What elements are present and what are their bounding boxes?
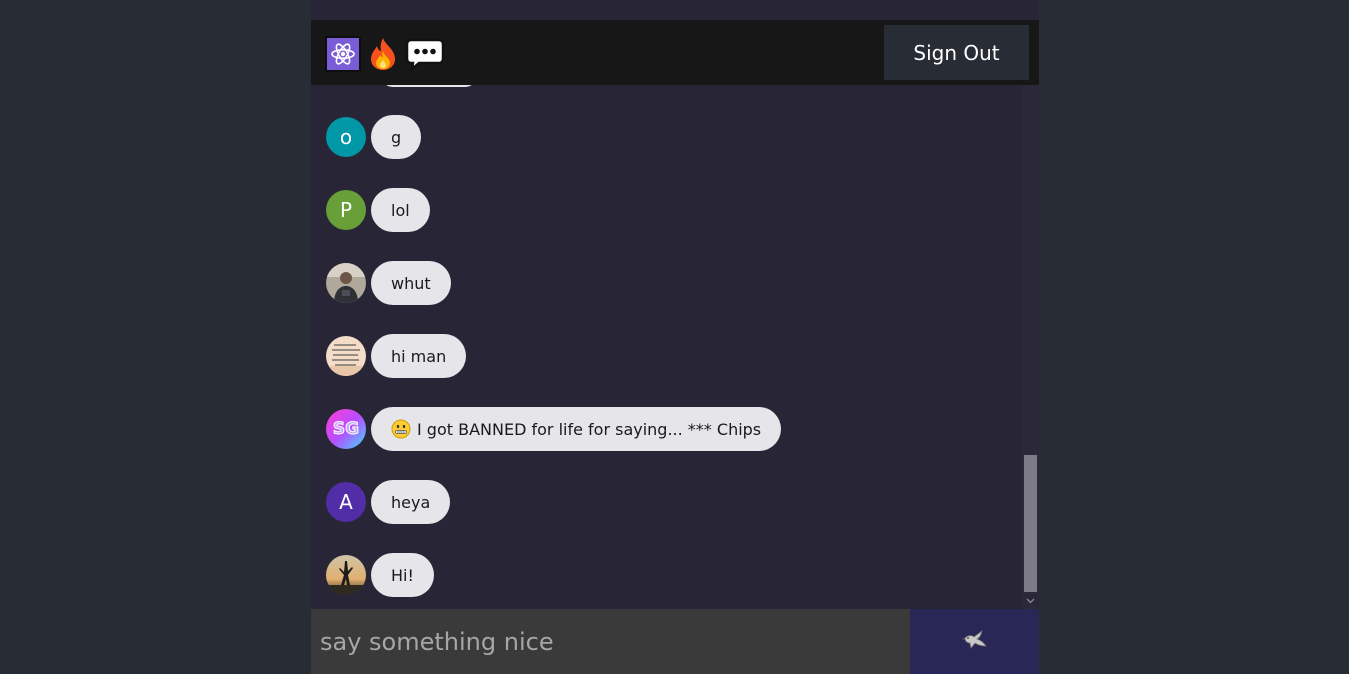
header-logos <box>325 36 445 72</box>
message-bubble: hi man <box>371 334 467 378</box>
zipper-mouth-face-icon <box>391 419 411 439</box>
app-header: Sign Out <box>311 20 1039 85</box>
message-form <box>311 609 1039 674</box>
scrollbar-thumb[interactable] <box>1024 455 1037 592</box>
scroll-down-arrow-icon[interactable] <box>1022 592 1039 609</box>
avatar-letter: SG <box>332 419 360 440</box>
message-list-scrollbar[interactable] <box>1022 85 1039 609</box>
avatar-letter: A <box>339 490 353 514</box>
avatar-letter: o <box>339 125 353 149</box>
message-bubble-partial <box>381 85 477 87</box>
sg-logo-avatar: SG <box>326 409 366 449</box>
avatar: o <box>326 117 366 157</box>
message-list[interactable]: o g P lol whut hi man SG I got BANNED fo… <box>311 85 1039 609</box>
message-item: P lol <box>326 188 430 232</box>
atom-icon <box>325 36 361 72</box>
avatar-letter: P <box>339 198 353 222</box>
user-photo-avatar <box>326 263 366 303</box>
sign-out-button[interactable]: Sign Out <box>884 25 1029 80</box>
message-text: g <box>391 127 402 147</box>
message-bubble: Hi! <box>371 553 434 597</box>
avatar: P <box>326 190 366 230</box>
message-bubble: g <box>371 115 422 159</box>
handwritten-note-avatar <box>326 336 366 376</box>
message-input[interactable] <box>311 609 910 674</box>
message-text: I got BANNED for life for saying... *** … <box>417 419 762 439</box>
message-text: whut <box>391 273 431 293</box>
message-item: o g <box>326 115 422 159</box>
message-bubble: heya <box>371 480 451 524</box>
message-item: A heya <box>326 480 451 524</box>
chat-app: Sign Out o g P lol whut hi man SG I got … <box>311 0 1039 674</box>
sunset-photo-avatar <box>326 555 366 595</box>
send-button[interactable] <box>910 609 1039 674</box>
message-bubble: I got BANNED for life for saying... *** … <box>371 407 782 451</box>
fire-icon <box>365 36 401 72</box>
message-text: heya <box>391 492 431 512</box>
message-item: Hi! <box>326 553 434 597</box>
speech-bubble-icon <box>405 36 445 72</box>
avatar: A <box>326 482 366 522</box>
message-text: Hi! <box>391 565 414 585</box>
message-bubble: whut <box>371 261 451 305</box>
message-text: lol <box>391 200 410 220</box>
dove-icon <box>962 629 988 654</box>
message-text: hi man <box>391 346 447 366</box>
message-bubble: lol <box>371 188 430 232</box>
message-item: SG I got BANNED for life for saying... *… <box>326 407 782 451</box>
message-item: hi man <box>326 334 467 378</box>
message-item: whut <box>326 261 451 305</box>
